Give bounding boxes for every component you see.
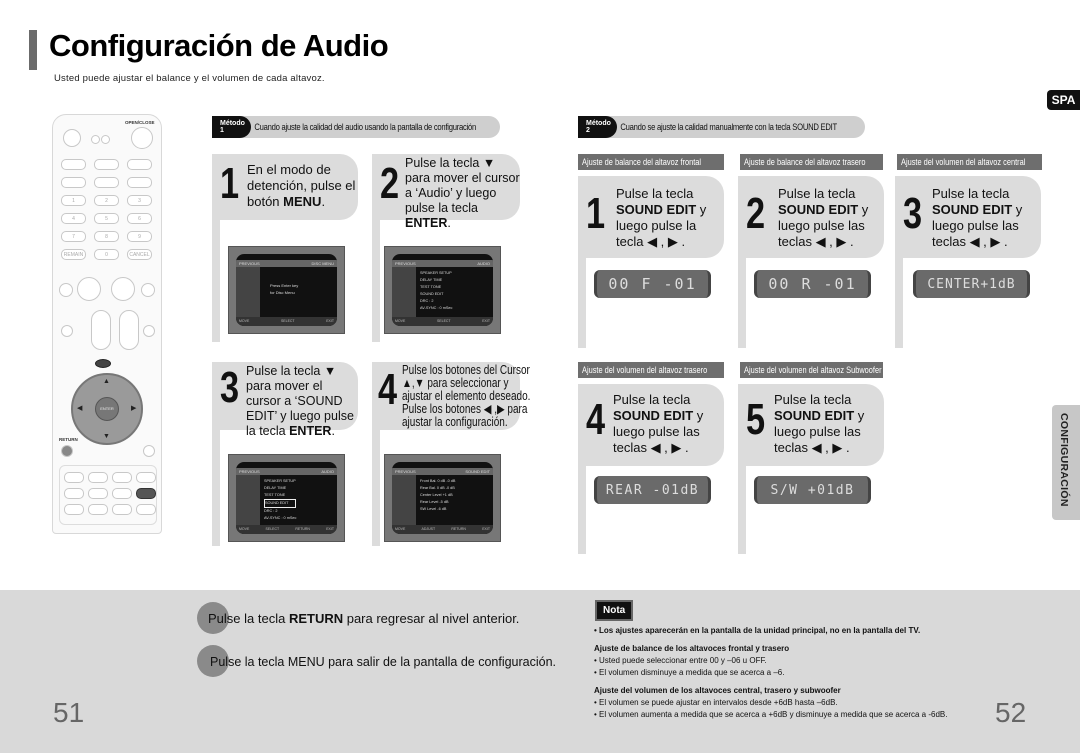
lcd-display-rear: 00 R -01 <box>754 270 871 298</box>
step-number: 2 <box>746 189 766 238</box>
method-2-step-4: 4 Pulse la tecla SOUND EDIT y luego pulse … <box>578 384 724 554</box>
dvd-receiver-button-icon <box>101 135 110 144</box>
section-side-tab: CONFIGURACIÓN <box>1052 405 1080 520</box>
method-2-step-5: 5 Pulse la tecla SOUND EDIT y luego pulse … <box>738 384 884 554</box>
step-instruction: Pulse la tecla ▼ para mover el cursor a … <box>246 364 354 438</box>
menu-instruction: Pulse la tecla MENU para salir de la pan… <box>210 655 557 669</box>
power-button-icon <box>63 129 81 147</box>
method-2-step-3: 3 Pulse la tecla SOUND EDIT y luego pulse … <box>895 176 1041 348</box>
open-close-button-icon <box>131 127 153 149</box>
tuning-rocker-icon <box>119 310 139 350</box>
step-instruction: Pulse la tecla SOUND EDIT y luego pulse la… <box>778 186 869 249</box>
step-number: 2 <box>380 159 400 208</box>
section-label-subwoofer-volume: Ajuste del volumen del altavoz Subwoofer <box>740 362 883 378</box>
step-instruction: Pulse la tecla SOUND EDIT y luego pulse la… <box>774 392 865 455</box>
step-number: 5 <box>746 395 766 444</box>
left-arrow-icon: ◀ <box>77 405 83 412</box>
tv-screen-audio-menu: PREVIOUS AUDIO SPEAKER SETUP DELAY TIME TES… <box>384 246 501 334</box>
method-2-header: Método 2 Cuando se ajuste la calidad man… <box>578 116 865 138</box>
section-label-rear-balance: Ajuste de balance del altavoz trasero <box>740 154 883 170</box>
remote-lower-panel <box>59 465 157 525</box>
method-1-step-3: 3 Pulse la tecla ▼ para mover el cursor … <box>212 362 360 546</box>
page-title: Configuración de Audio <box>49 28 389 63</box>
prev-button-icon <box>59 283 73 297</box>
method-1-text: Cuando ajuste la calidad del audio usand… <box>254 122 476 132</box>
step-number: 1 <box>586 189 606 238</box>
nota-main: • Los ajustes aparecerán en la pantalla … <box>594 626 921 635</box>
remote-row-4: 456 <box>61 213 152 224</box>
title-accent-bar <box>29 30 37 70</box>
nota-group-1-title: Ajuste de balance de los altavoces front… <box>594 644 790 653</box>
page-number-left: 51 <box>53 697 85 728</box>
step-number: 3 <box>220 363 240 412</box>
step-number: 4 <box>378 365 398 414</box>
up-arrow-icon: ▲ <box>103 378 110 385</box>
method-1-step-1: 1 En el modo de detención, pulse el botó… <box>212 154 360 342</box>
step-instruction: Pulse la tecla SOUND EDIT y luego pulse la… <box>616 186 707 249</box>
return-label: RETURN <box>59 437 78 442</box>
down-arrow-icon: ▼ <box>103 433 110 440</box>
bottom-band <box>0 590 1080 753</box>
nota-group-2-title: Ajuste del volumen de los altavoces cent… <box>594 686 841 695</box>
open-close-label: OPEN/CLOSE <box>125 120 155 125</box>
nota-group-1-item: • El volumen disminuye a medida que se a… <box>594 668 785 677</box>
step-number: 4 <box>586 395 606 444</box>
step-instruction: Pulse la tecla SOUND EDIT y luego pulse la… <box>932 186 1023 249</box>
side-tab-label: CONFIGURACIÓN <box>1058 413 1070 507</box>
method-1-header: Método 1 Cuando ajuste la calidad del au… <box>212 116 500 138</box>
remote-row-6: REMAIN 0 CANCEL <box>61 249 152 260</box>
nota-group-1-item: • Usted puede seleccionar entre 00 y –06… <box>594 656 767 665</box>
remote-row-2 <box>61 177 152 188</box>
tv-screen-audio-sound-edit: PREVIOUS AUDIO SPEAKER SETUP DELAY TIME TES… <box>228 454 345 542</box>
enter-button-icon: ENTER <box>95 397 119 421</box>
return-instruction: Pulse la tecla RETURN para regresar al n… <box>208 611 520 626</box>
step-instruction: Pulse la tecla SOUND EDIT y luego pulse la… <box>613 392 704 455</box>
method-2-text: Cuando se ajuste la calidad manualmente … <box>620 122 837 132</box>
tv-screen-sound-edit: PREVIOUS SOUND EDIT Front Bal. 0 dB -0 dB… <box>384 454 501 542</box>
play-pause-button-icon <box>111 277 135 301</box>
method-2-step-2: 2 Pulse la tecla SOUND EDIT y luego pulse … <box>738 176 884 348</box>
page-number-right: 52 <box>995 697 1027 728</box>
step-instruction: Pulse la tecla ▼ para mover el cursor a … <box>405 156 520 230</box>
method-1-step-2: 2 Pulse la tecla ▼ para mover el cursor … <box>372 154 520 342</box>
remote-row-3: 123 <box>61 195 152 206</box>
mute-button-icon <box>143 445 155 457</box>
lcd-display-rear-level: REAR -01dB <box>594 476 711 504</box>
step-number: 1 <box>220 159 240 208</box>
remote-row-5: 789 <box>61 231 152 242</box>
step-number: 3 <box>903 189 923 238</box>
dpad-icon: ▲ ▼ ◀ ▶ ENTER <box>71 373 143 445</box>
method-1-tag: Método 1 <box>212 116 251 138</box>
method-1-step-4: 4 Pulse los botones del Cursor ▲,▼ para s… <box>372 362 530 546</box>
nota-group-2-item: • El volumen se puede ajustar en interva… <box>594 698 838 707</box>
pl2-effect-button-icon <box>143 325 155 337</box>
nota-badge: Nota <box>595 600 634 621</box>
language-badge: SPA <box>1047 90 1080 110</box>
volume-rocker-icon <box>91 310 111 350</box>
nota-group-2-item: • El volumen aumenta a medida que se ace… <box>594 710 948 719</box>
step-instruction: Pulse los botones del Cursor ▲,▼ para sel… <box>402 363 531 429</box>
lcd-display-front: 00 F -01 <box>594 270 711 298</box>
section-label-rear-volume: Ajuste del volumen del altavoz trasero <box>578 362 724 378</box>
tv-screen-disc-menu: PREVIOUS DISC MENU Press Enter key for Dis… <box>228 246 345 334</box>
lcd-display-center: CENTER+1dB <box>913 270 1030 298</box>
method-2-tag: Método 2 <box>578 116 617 138</box>
step-instruction: En el modo de detención, pulse el botón … <box>247 162 356 209</box>
lcd-display-subwoofer: S/W +01dB <box>754 476 871 504</box>
pl2-mode-button-icon <box>61 325 73 337</box>
stop-button-icon <box>77 277 101 301</box>
right-arrow-icon: ▶ <box>131 405 137 412</box>
next-button-icon <box>141 283 155 297</box>
remote-row-1 <box>61 159 152 170</box>
menu-button-icon <box>95 359 111 368</box>
section-label-front-balance: Ajuste de balance del altavoz frontal <box>578 154 724 170</box>
method-2-step-1: 1 Pulse la tecla SOUND EDIT y luego pulse … <box>578 176 724 348</box>
remote-control-illustration: OPEN/CLOSE 123 456 789 REMAIN 0 CANCEL ▲ ▼… <box>52 114 162 534</box>
return-button-icon <box>61 445 73 457</box>
section-label-center-volume: Ajuste del volumen del altavoz central <box>897 154 1042 170</box>
tv-button-icon <box>91 135 100 144</box>
page-subtitle: Usted puede ajustar el balance y el volu… <box>54 73 325 84</box>
